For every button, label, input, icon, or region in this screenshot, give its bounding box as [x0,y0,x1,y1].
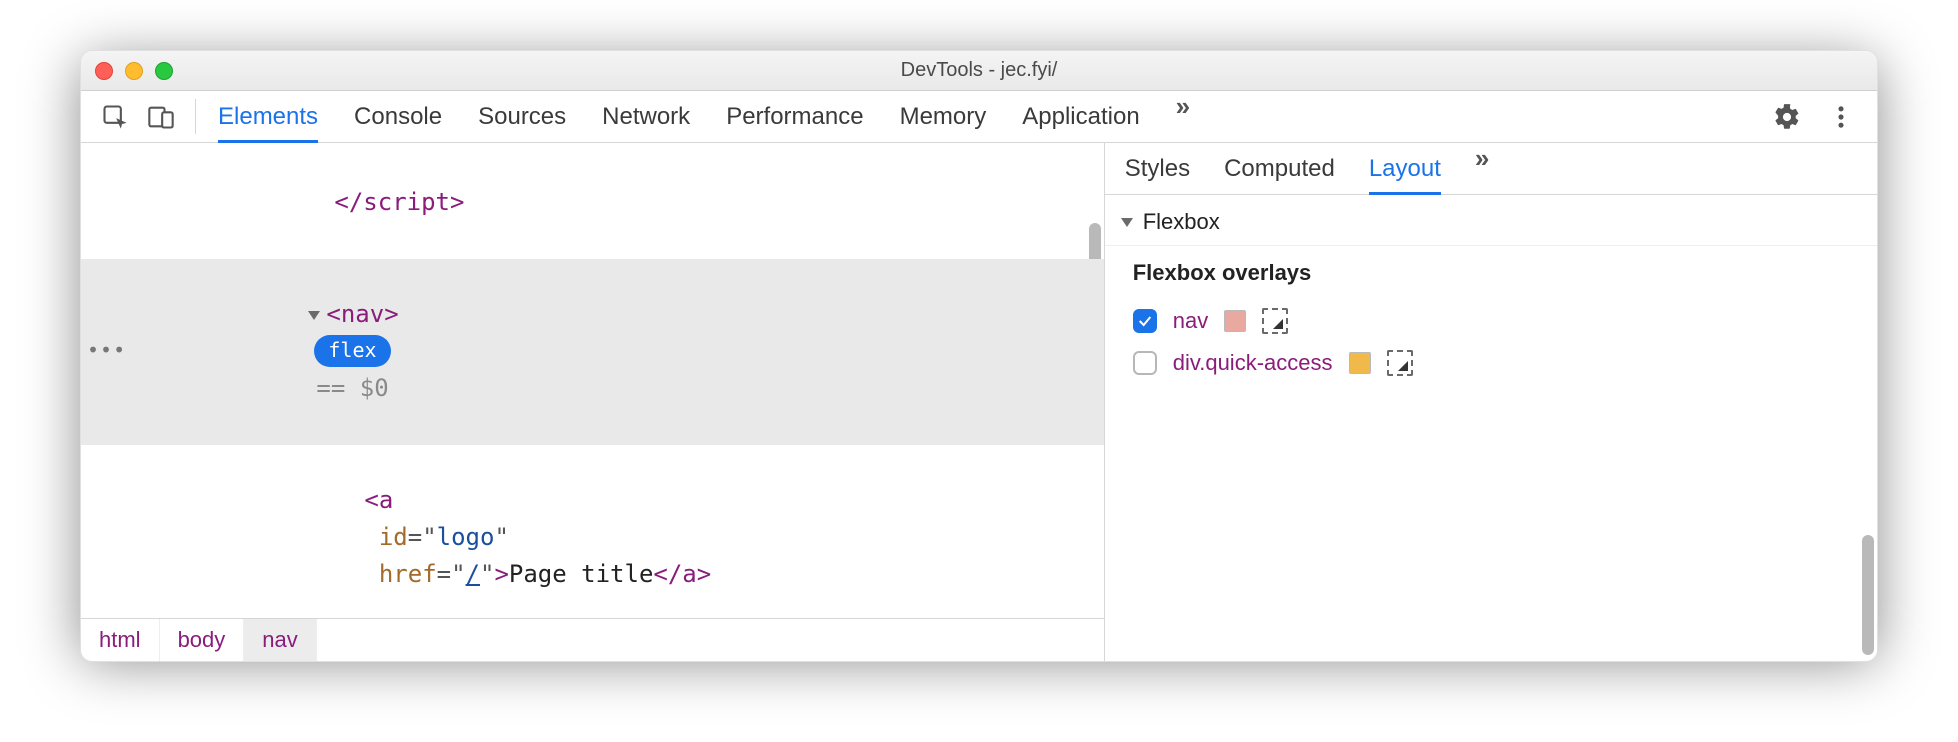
inspect-element-icon[interactable] [101,103,129,131]
expand-toggle-icon[interactable] [308,311,320,320]
close-window-button[interactable] [95,62,113,80]
overlay-color-swatch[interactable] [1349,352,1371,374]
chevron-down-icon [1121,218,1133,227]
traffic-lights [95,62,173,80]
scrollbar-thumb[interactable] [1862,535,1874,655]
panel-tabs: Elements Console Sources Network Perform… [210,91,1187,142]
tab-memory[interactable]: Memory [900,91,987,142]
tab-console[interactable]: Console [354,91,442,142]
flex-badge[interactable]: flex [314,335,390,367]
tabs-overflow-icon[interactable]: » [1176,91,1187,142]
flexbox-section-header[interactable]: Flexbox [1105,195,1877,246]
overlay-name[interactable]: div.quick-access [1173,350,1333,376]
elements-panel: </script> <nav> flex == $0 <a id="logo" … [81,143,1105,661]
tab-performance[interactable]: Performance [726,91,863,142]
zoom-window-button[interactable] [155,62,173,80]
sidebar-tabs: Styles Computed Layout » [1105,143,1877,195]
devtools-window: DevTools - jec.fyi/ E [80,50,1878,662]
crumb-body[interactable]: body [160,619,245,661]
overlay-color-swatch[interactable] [1224,310,1246,332]
section-title: Flexbox [1143,209,1220,235]
overlay-checkbox-nav[interactable] [1133,309,1157,333]
minimize-window-button[interactable] [125,62,143,80]
settings-gear-icon[interactable] [1773,103,1801,131]
overlay-highlight-icon[interactable] [1262,308,1288,334]
side-tab-styles[interactable]: Styles [1125,143,1190,194]
overlays-heading: Flexbox overlays [1133,260,1855,286]
overlay-row-nav: nav [1133,300,1855,342]
side-tab-computed[interactable]: Computed [1224,143,1335,194]
side-tab-layout[interactable]: Layout [1369,143,1441,194]
overlay-checkbox-quick-access[interactable] [1133,351,1157,375]
tab-application[interactable]: Application [1022,91,1139,142]
dom-node-a-logo[interactable]: <a id="logo" href="/">Page title</a> [81,445,1104,619]
breadcrumb: html body nav [81,618,1104,661]
tab-network[interactable]: Network [602,91,690,142]
crumb-html[interactable]: html [81,619,160,661]
overlay-row-quick-access: div.quick-access [1133,342,1855,384]
tab-elements[interactable]: Elements [218,91,318,142]
title-bar: DevTools - jec.fyi/ [81,51,1877,91]
crumb-nav[interactable]: nav [244,619,316,661]
layout-panel: Flexbox Flexbox overlays nav [1105,195,1877,661]
device-toolbar-icon[interactable] [147,103,175,131]
main-toolbar: Elements Console Sources Network Perform… [81,91,1877,143]
dom-tree[interactable]: </script> <nav> flex == $0 <a id="logo" … [81,143,1104,618]
overlay-name[interactable]: nav [1173,308,1208,334]
tab-sources[interactable]: Sources [478,91,566,142]
sidebar-panel: Styles Computed Layout » Flexbox Flexbox… [1105,143,1877,661]
dom-node-nav-selected[interactable]: <nav> flex == $0 [81,259,1104,445]
kebab-menu-icon[interactable] [1827,103,1855,131]
window-title: DevTools - jec.fyi/ [901,59,1058,82]
dom-node-script-close[interactable]: </script> [81,147,1104,259]
overlay-highlight-icon[interactable] [1387,350,1413,376]
sidebar-tabs-overflow-icon[interactable]: » [1475,143,1486,194]
